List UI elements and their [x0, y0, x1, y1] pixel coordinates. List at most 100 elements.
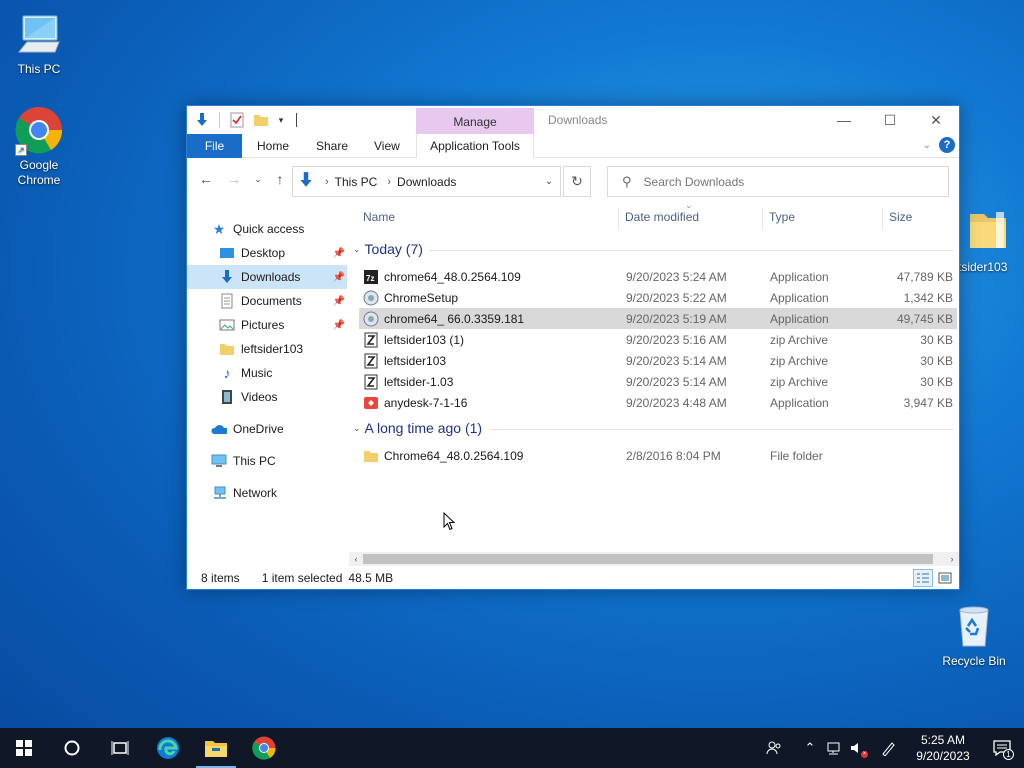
table-row[interactable]: leftsider103 9/20/2023 5:14 AM zip Archi… — [359, 350, 957, 371]
nav-quick-access[interactable]: ★ Quick access — [187, 217, 347, 241]
desktop-icon-label: This PC — [17, 62, 61, 76]
clock[interactable]: 5:25 AM 9/20/2023 — [906, 732, 980, 764]
nav-downloads[interactable]: Downloads 📌 — [187, 265, 347, 289]
nav-this-pc[interactable]: This PC — [187, 449, 347, 473]
desktop-icon-this-pc[interactable]: This PC — [1, 10, 77, 77]
tab-file[interactable]: File — [187, 134, 242, 158]
tab-manage[interactable]: Manage — [416, 108, 534, 134]
file-date: 9/20/2023 5:14 AM — [626, 353, 727, 368]
clock-time: 5:25 AM — [920, 733, 966, 747]
search-box[interactable]: ⚲ — [607, 166, 949, 197]
item-count: 8 items — [201, 571, 240, 585]
documents-icon — [219, 293, 235, 309]
qat-dropdown-icon[interactable]: ▾ — [276, 111, 286, 129]
column-header-name[interactable]: Name — [363, 210, 395, 230]
close-button[interactable]: ✕ — [913, 106, 959, 134]
file-name: chrome64_ 66.0.3359.181 — [384, 311, 525, 326]
tab-home[interactable]: Home — [257, 134, 289, 158]
tab-share[interactable]: Share — [316, 134, 348, 158]
nav-desktop[interactable]: Desktop 📌 — [187, 241, 347, 265]
nav-label: This PC — [233, 454, 276, 468]
file-name: leftsider103 (1) — [384, 332, 465, 347]
column-header-size[interactable]: Size — [889, 210, 912, 230]
tab-application-tools[interactable]: Application Tools — [416, 134, 534, 158]
details-view-icon[interactable] — [913, 569, 933, 587]
file-type: File folder — [770, 448, 823, 463]
file-date: 9/20/2023 5:14 AM — [626, 374, 727, 389]
scroll-right-icon[interactable]: › — [945, 552, 959, 566]
this-pc-icon — [15, 10, 63, 58]
zip-icon — [363, 353, 379, 369]
nav-label: Pictures — [241, 318, 285, 332]
nav-leftsider103[interactable]: leftsider103 — [187, 337, 347, 361]
table-row[interactable]: 7z chrome64_48.0.2564.109 9/20/2023 5:24… — [359, 266, 957, 287]
people-icon[interactable] — [762, 728, 786, 768]
file-name: leftsider103 — [384, 353, 447, 368]
scroll-left-icon[interactable]: ‹ — [349, 552, 363, 566]
taskbar-file-explorer[interactable] — [192, 728, 240, 768]
new-folder-icon[interactable] — [252, 111, 270, 129]
horizontal-scrollbar[interactable]: ‹ › — [349, 552, 959, 566]
taskbar-edge[interactable] — [144, 728, 192, 768]
recent-locations-icon[interactable]: ⌄ — [249, 170, 267, 188]
maximize-button[interactable]: ☐ — [867, 106, 913, 134]
refresh-button[interactable]: ↻ — [563, 166, 591, 197]
large-icons-view-icon[interactable] — [935, 569, 955, 587]
pen-workspace-icon[interactable] — [876, 728, 900, 768]
table-row[interactable]: Chrome64_48.0.2564.109 2/8/2016 8:04 PM … — [359, 445, 957, 466]
back-button[interactable]: ← — [197, 170, 215, 188]
file-size: 49,745 KB — [896, 311, 953, 326]
minimize-button[interactable]: — — [821, 106, 867, 134]
up-button[interactable]: ↑ — [271, 170, 289, 188]
breadcrumb-downloads[interactable]: Downloads — [397, 175, 456, 189]
expand-ribbon-icon[interactable]: ⌄ — [923, 140, 931, 151]
nav-onedrive[interactable]: OneDrive — [187, 417, 347, 441]
table-row[interactable]: anydesk-7-1-16 9/20/2023 4:48 AM Applica… — [359, 392, 957, 413]
star-icon: ★ — [212, 220, 226, 237]
action-center-button[interactable]: 1 — [980, 728, 1024, 768]
table-row[interactable]: ChromeSetup 9/20/2023 5:22 AM Applicatio… — [359, 287, 957, 308]
desktop-icon-chrome[interactable]: ↗ Google Chrome — [1, 106, 77, 188]
column-header-type[interactable]: Type — [769, 210, 795, 230]
table-row[interactable]: leftsider-1.03 9/20/2023 5:14 AM zip Arc… — [359, 371, 957, 392]
breadcrumb-this-pc[interactable]: This PC — [335, 175, 378, 189]
nav-network[interactable]: Network — [187, 481, 347, 505]
zip-icon — [363, 332, 379, 348]
music-icon: ♪ — [223, 365, 231, 381]
scrollbar-thumb[interactable] — [363, 554, 933, 564]
file-size: 30 KB — [920, 332, 953, 347]
nav-videos[interactable]: Videos — [187, 385, 347, 409]
tab-view[interactable]: View — [374, 134, 400, 158]
nav-documents[interactable]: Documents 📌 — [187, 289, 347, 313]
volume-muted-icon[interactable]: × — [846, 728, 870, 768]
column-header-date-modified[interactable]: Date modified — [625, 210, 699, 230]
taskbar-chrome[interactable] — [240, 728, 288, 768]
breadcrumb-separator-icon: › — [387, 175, 392, 188]
nav-music[interactable]: ♪ Music — [187, 361, 347, 385]
properties-icon[interactable] — [228, 111, 246, 129]
forward-button[interactable]: → — [225, 170, 243, 188]
help-icon[interactable]: ? — [939, 137, 955, 153]
show-hidden-icons-icon[interactable]: ⌃ — [798, 728, 822, 768]
edge-icon — [157, 737, 179, 759]
nav-label: Documents — [241, 294, 302, 308]
file-name: ChromeSetup — [384, 290, 459, 305]
network-status-icon[interactable] — [822, 728, 846, 768]
group-header-long-time-ago[interactable]: ⌄ A long time ago (1) — [353, 420, 482, 436]
task-view-icon — [111, 741, 129, 755]
table-row[interactable]: chrome64_ 66.0.3359.181 9/20/2023 5:19 A… — [359, 308, 957, 329]
task-view-button[interactable] — [96, 728, 144, 768]
start-button[interactable] — [0, 728, 48, 768]
search-button[interactable] — [48, 728, 96, 768]
pin-icon: 📌 — [332, 319, 345, 331]
address-dropdown-icon[interactable]: ⌄ — [538, 167, 560, 196]
desktop-icon-folder[interactable]: tsider103 — [950, 208, 1024, 275]
search-input[interactable] — [643, 174, 924, 189]
table-row[interactable]: leftsider103 (1) 9/20/2023 5:16 AM zip A… — [359, 329, 957, 350]
address-bar[interactable]: › This PC › Downloads ⌄ — [292, 166, 561, 197]
windows-logo-icon — [16, 740, 32, 756]
desktop-icon-recycle-bin[interactable]: Recycle Bin — [936, 602, 1012, 669]
group-header-today[interactable]: ⌄ Today (7) — [353, 241, 423, 257]
anydesk-icon — [363, 395, 379, 411]
nav-pictures[interactable]: Pictures 📌 — [187, 313, 347, 337]
